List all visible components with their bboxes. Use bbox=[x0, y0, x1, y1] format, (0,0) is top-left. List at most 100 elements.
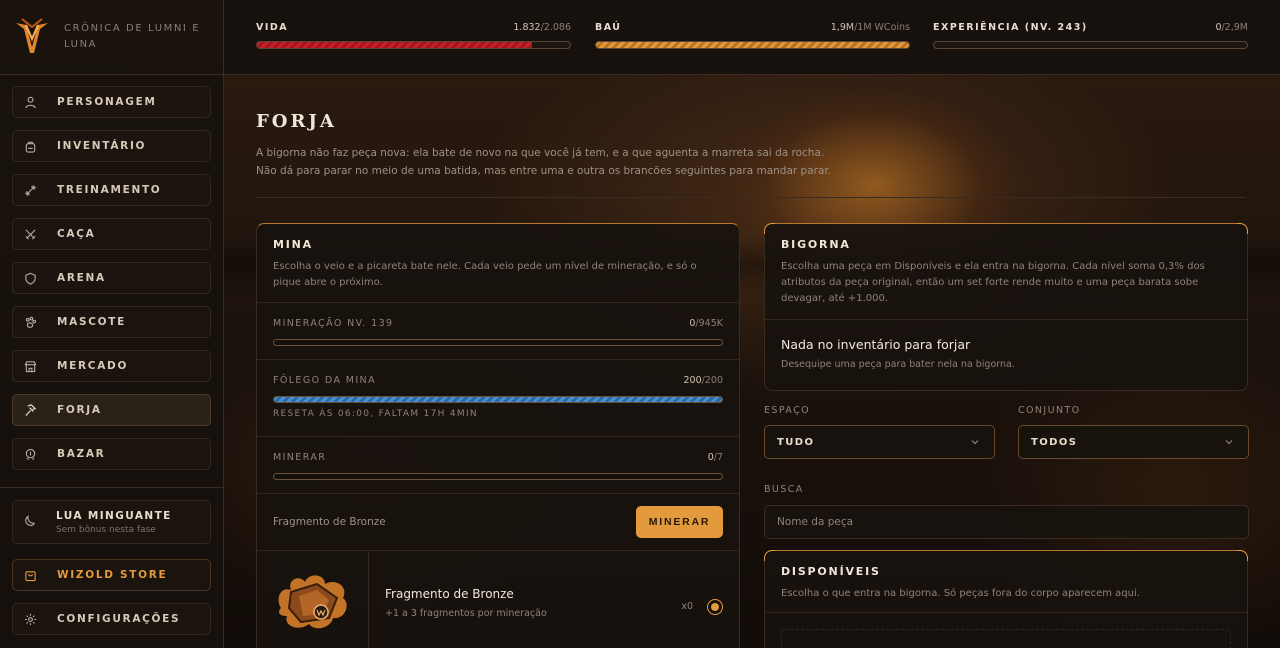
chest-value: 1,9M bbox=[830, 22, 855, 33]
anvil-description: Escolha uma peça em Disponíveis e ela en… bbox=[781, 261, 1205, 304]
mine-count-label: MINERAR bbox=[273, 452, 327, 463]
mining-level-bar bbox=[273, 339, 723, 346]
anvil-empty-title: Nada no inventário para forjar bbox=[781, 337, 971, 352]
chest-max: /1M WCoins bbox=[854, 22, 910, 33]
life-stat: VIDA 1.832/2.086 bbox=[256, 22, 571, 49]
anvil-empty-state: Nada no inventário para forjar Desequipe… bbox=[765, 319, 1247, 391]
sidebar-item-bazar[interactable]: Bazar bbox=[12, 438, 211, 470]
chest-label: BAÚ bbox=[595, 22, 622, 33]
chest-stat: BAÚ 1,9M/1M WCoins bbox=[595, 22, 910, 49]
sidebar-item-mercado[interactable]: Mercado bbox=[12, 350, 211, 382]
set-filter-value: TODOS bbox=[1031, 436, 1078, 448]
life-value: 1.832 bbox=[513, 22, 541, 33]
shield-icon bbox=[23, 271, 37, 285]
life-bar-fill bbox=[257, 42, 532, 48]
mine-header: MINA Escolha o veio e a picareta bate ne… bbox=[257, 224, 739, 302]
sidebar-item-label: Treinamento bbox=[57, 184, 162, 196]
mine-count-max: /7 bbox=[713, 452, 723, 463]
wizold-store-button[interactable]: WIZOLD STORE bbox=[12, 559, 211, 591]
selected-ore-label: Fragmento de Bronze bbox=[273, 516, 386, 528]
mine-breath-label: FÔLEGO DA MINA bbox=[273, 375, 376, 386]
sidebar-item-label: Forja bbox=[57, 404, 102, 416]
ore-radio[interactable] bbox=[707, 599, 723, 615]
sidebar-item-label: Mascote bbox=[57, 316, 127, 328]
anvil-panel: BIGORNA Escolha uma peça em Disponíveis … bbox=[764, 223, 1248, 391]
xp-stat: EXPERIÊNCIA (NV. 243) 0/2,9M bbox=[933, 22, 1248, 49]
mine-title: MINA bbox=[273, 238, 313, 251]
available-title: DISPONÍVEIS bbox=[781, 565, 881, 578]
sidebar-item-label: Bazar bbox=[57, 448, 106, 460]
mining-level-label: MINERAÇÃO NV. 139 bbox=[273, 318, 394, 329]
sidebar-item-inventario[interactable]: Inventário bbox=[12, 130, 211, 162]
mine-count-section: MINERAR 0/7 bbox=[257, 436, 739, 493]
page-title: FORJA bbox=[256, 111, 337, 132]
sidebar-item-caca[interactable]: Caça bbox=[12, 218, 211, 250]
mining-level-value-group: 0/945K bbox=[689, 318, 723, 329]
sidebar-item-mascote[interactable]: Mascote bbox=[12, 306, 211, 338]
chevron-down-icon bbox=[971, 440, 979, 445]
life-label: VIDA bbox=[256, 22, 289, 33]
set-filter-select[interactable]: TODOS bbox=[1018, 425, 1249, 459]
sidebar-item-label: Personagem bbox=[57, 96, 157, 108]
set-filter-label: CONJUNTO bbox=[1018, 405, 1081, 416]
brand: Crônica de Lumni e Luna bbox=[0, 0, 223, 75]
sidebar-item-label: Caça bbox=[57, 228, 96, 240]
moon-phase-card[interactable]: LUA MINGUANTE Sem bônus nesta fase bbox=[12, 500, 211, 544]
life-bar bbox=[256, 41, 571, 49]
mining-level-max: /945K bbox=[695, 318, 723, 329]
sidebar-item-personagem[interactable]: Personagem bbox=[12, 86, 211, 118]
backpack-icon bbox=[23, 139, 37, 153]
moon-title: LUA MINGUANTE bbox=[56, 509, 172, 522]
store-icon bbox=[23, 359, 37, 373]
logo-icon bbox=[16, 18, 48, 53]
page-description: A bigorna não faz peça nova: ela bate de… bbox=[256, 144, 876, 180]
sidebar-item-label: Mercado bbox=[57, 360, 129, 372]
mine-breath-max: /200 bbox=[701, 375, 723, 386]
available-list bbox=[781, 629, 1231, 648]
settings-label: CONFIGURAÇÕES bbox=[57, 613, 181, 625]
page-desc-line-2: Não dá para parar no meio de uma batida,… bbox=[256, 165, 832, 177]
sidebar-item-treinamento[interactable]: Treinamento bbox=[12, 174, 211, 206]
mine-breath-fill bbox=[274, 397, 722, 402]
hammer-icon bbox=[23, 403, 37, 417]
sidebar-item-forja[interactable]: Forja bbox=[12, 394, 211, 426]
sidebar-item-label: Inventário bbox=[57, 140, 147, 152]
xp-label: EXPERIÊNCIA (NV. 243) bbox=[933, 22, 1088, 33]
space-filter-value: TUDO bbox=[777, 436, 815, 448]
mine-breath-section: FÔLEGO DA MINA 200/200 RESETA ÀS 06:00, … bbox=[257, 359, 739, 436]
anvil-empty-description: Desequipe uma peça para bater nela na bi… bbox=[781, 359, 1015, 370]
moon-text: LUA MINGUANTE Sem bônus nesta fase bbox=[56, 510, 172, 535]
mine-action-row: Fragmento de Bronze MINERAR bbox=[257, 493, 739, 550]
mine-breath-value: 200 bbox=[683, 375, 702, 386]
bronze-fragment-icon bbox=[278, 574, 347, 628]
life-max: /2.086 bbox=[540, 22, 571, 33]
life-value-group: 1.832/2.086 bbox=[513, 22, 571, 33]
settings-button[interactable]: CONFIGURAÇÕES bbox=[12, 603, 211, 635]
space-filter-label: ESPAÇO bbox=[764, 405, 810, 416]
ore-list-item[interactable]: Fragmento de Bronze +1 a 3 fragmentos po… bbox=[257, 550, 739, 648]
chevron-down-icon bbox=[1225, 440, 1233, 445]
ore-info: Fragmento de Bronze +1 a 3 fragmentos po… bbox=[369, 551, 739, 648]
dumbbell-icon bbox=[23, 183, 37, 197]
mining-level-section: MINERAÇÃO NV. 139 0/945K bbox=[257, 302, 739, 359]
mine-count-bar bbox=[273, 473, 723, 480]
moon-icon bbox=[23, 513, 36, 532]
crossed-swords-icon bbox=[23, 227, 37, 241]
mine-panel: MINA Escolha o veio e a picareta bate ne… bbox=[256, 223, 740, 648]
anvil-title: BIGORNA bbox=[781, 238, 851, 251]
chest-value-group: 1,9M/1M WCoins bbox=[831, 22, 910, 33]
chest-bar-fill bbox=[596, 42, 909, 48]
mine-button[interactable]: MINERAR bbox=[636, 506, 723, 538]
ore-thumbnail bbox=[257, 551, 369, 648]
ore-count: x0 bbox=[681, 601, 693, 612]
sidebar-item-arena[interactable]: Arena bbox=[12, 262, 211, 294]
moon-subtitle: Sem bônus nesta fase bbox=[56, 524, 156, 535]
sidebar-footer: LUA MINGUANTE Sem bônus nesta fase WIZOL… bbox=[0, 487, 223, 647]
shopping-bag-icon bbox=[23, 568, 37, 582]
xp-value-group: 0/2,9M bbox=[1215, 22, 1248, 33]
brand-name: Crônica de Lumni e Luna bbox=[64, 23, 201, 50]
search-input[interactable] bbox=[764, 505, 1249, 539]
space-filter-select[interactable]: TUDO bbox=[764, 425, 995, 459]
available-description: Escolha o que entra na bigorna. Só peças… bbox=[781, 588, 1140, 599]
mine-breath-bar bbox=[273, 396, 723, 403]
